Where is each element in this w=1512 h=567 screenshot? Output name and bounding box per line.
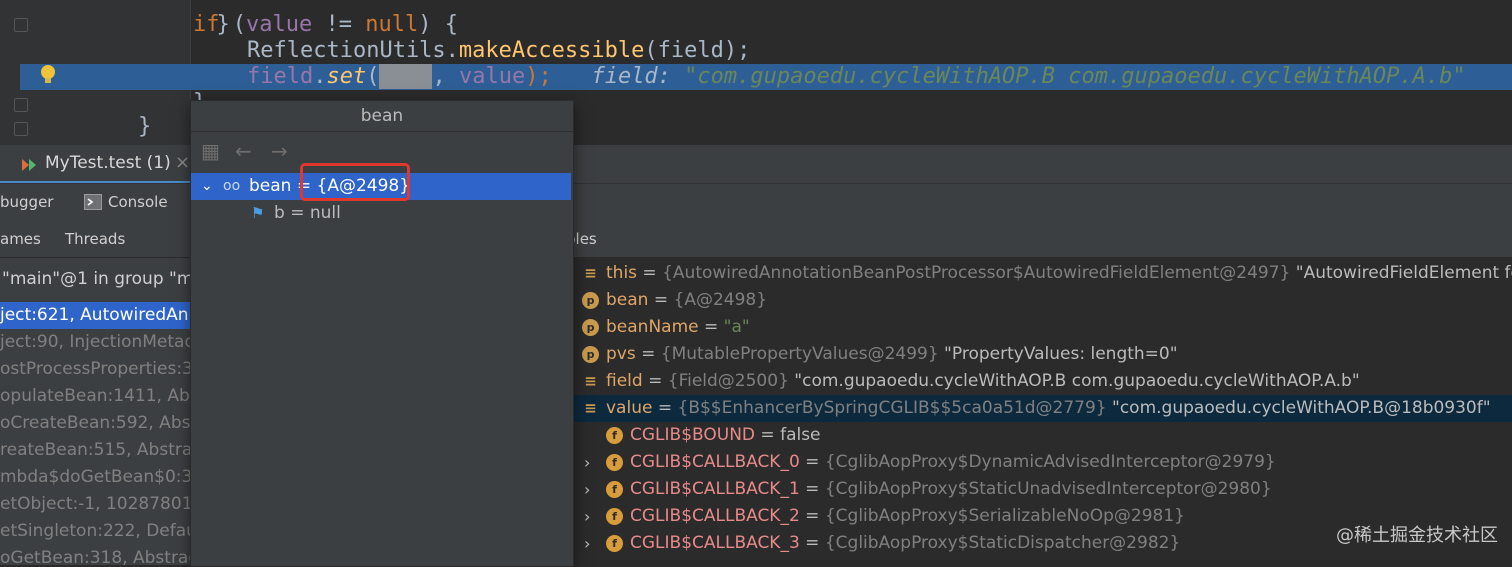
local-variable-icon: ≡ xyxy=(584,372,597,390)
variable-row[interactable]: ≡ this = {AutowiredAnnotationBeanPostProc… xyxy=(572,260,1512,287)
field-icon: f xyxy=(606,535,623,552)
frames-list: "main"@1 in group "ma ject:621, Autowire… xyxy=(0,258,190,565)
frame-item[interactable]: ject:621, AutowiredAnn xyxy=(0,302,190,329)
field-icon: f xyxy=(606,454,623,471)
watch-glasses-icon: oo xyxy=(223,178,241,194)
frame-item[interactable]: oGetBean:318, Abstrac xyxy=(0,545,190,565)
frame-item[interactable]: ject:90, InjectionMetad xyxy=(0,329,190,356)
tab-frames[interactable]: ames xyxy=(0,230,41,248)
code-line: } xyxy=(138,114,152,139)
variable-row[interactable]: p beanName = "a" xyxy=(572,314,1512,341)
inline-debug-value: field: xyxy=(591,64,685,89)
variable-row[interactable]: p bean = {A@2498} xyxy=(572,287,1512,314)
variable-text: CGLIB$CALLBACK_1 = {CglibAopProxy$Static… xyxy=(630,479,1272,499)
local-variable-icon: ≡ xyxy=(584,264,597,282)
parameter-icon: p xyxy=(582,319,599,336)
variable-text: CGLIB$CALLBACK_3 = {CglibAopProxy$Static… xyxy=(630,533,1181,553)
code-line: } xyxy=(216,12,230,37)
chevron-right-icon[interactable]: › xyxy=(584,449,590,476)
navigate-icon[interactable]: ▦ xyxy=(201,139,220,163)
highlighted-token: bean xyxy=(379,64,433,89)
tree-item-b[interactable]: ⚑ b = null xyxy=(191,200,571,227)
parameter-icon: p xyxy=(582,292,599,309)
variable-row[interactable]: p pvs = {MutablePropertyValues@2499} "Pro… xyxy=(572,341,1512,368)
run-config-icon xyxy=(20,156,38,174)
highlight-annotation-box xyxy=(300,163,410,201)
tab-debugger[interactable]: bugger xyxy=(0,193,53,211)
variable-text: CGLIB$CALLBACK_0 = {CglibAopProxy$Dynami… xyxy=(630,452,1276,472)
frame-item[interactable]: oCreateBean:592, Abstr xyxy=(0,410,190,437)
frame-item[interactable]: etObject:-1, 10287801 xyxy=(0,491,190,518)
chevron-right-icon[interactable]: › xyxy=(584,503,590,530)
back-arrow-icon[interactable]: ← xyxy=(235,139,252,163)
popup-title: bean xyxy=(191,101,573,132)
tab-console[interactable]: Console xyxy=(108,193,168,211)
frame-item[interactable]: opulateBean:1411, Abst xyxy=(0,383,190,410)
thread-selector[interactable]: "main"@1 in group "ma xyxy=(0,266,190,293)
intention-bulb-icon[interactable] xyxy=(38,63,58,87)
field-icon: f xyxy=(606,427,623,444)
watermark: @稀土掘金技术社区 xyxy=(1336,525,1498,546)
variable-text: bean = {A@2498} xyxy=(606,290,768,310)
fold-marker-icon[interactable] xyxy=(14,18,28,32)
frame-item[interactable]: mbda$doGetBean$0:3 xyxy=(0,464,190,491)
chevron-right-icon[interactable]: › xyxy=(584,476,590,503)
debug-tab-strip: MyTest.test (1) × xyxy=(0,145,190,183)
chevron-down-icon[interactable]: ⌄ xyxy=(201,173,213,200)
variable-row[interactable]: ≡ field = {Field@2500} "com.gupaoedu.cycl… xyxy=(572,368,1512,395)
frame-item[interactable]: reateBean:515, Abstrac xyxy=(0,437,190,464)
variable-row[interactable]: ≡ value = {B$$EnhancerBySpringCGLIB$$5ca0… xyxy=(572,395,1512,422)
variable-row[interactable]: › f CGLIB$CALLBACK_1 = {CglibAopProxy$Stat… xyxy=(572,476,1512,503)
variable-text: value = {B$$EnhancerBySpringCGLIB$$5ca0a… xyxy=(606,398,1491,418)
field-icon: f xyxy=(606,481,623,498)
variables-tree: ≡ this = {AutowiredAnnotationBeanPostProc… xyxy=(572,258,1512,565)
debug-session-tab[interactable]: MyTest.test (1) xyxy=(45,153,171,173)
variable-text: pvs = {MutablePropertyValues@2499} "Prop… xyxy=(606,344,1178,364)
fold-marker-icon[interactable] xyxy=(14,98,28,112)
variable-row[interactable]: f CGLIB$BOUND = false xyxy=(572,422,1512,449)
chevron-right-icon[interactable]: › xyxy=(584,530,590,557)
code-line-if: if (value != null) { xyxy=(193,12,458,37)
popup-tree: ⌄ oo bean = {A@2498} ⚑ b = null xyxy=(191,171,573,566)
frame-item[interactable]: etSingleton:222, Defau xyxy=(0,518,190,545)
variable-text: CGLIB$BOUND = false xyxy=(630,425,821,445)
forward-arrow-icon[interactable]: → xyxy=(271,139,288,163)
fold-marker-icon[interactable] xyxy=(14,122,28,136)
close-icon[interactable]: × xyxy=(175,152,190,173)
variable-text: this = {AutowiredAnnotationBeanPostProce… xyxy=(606,263,1512,283)
variable-text: beanName = "a" xyxy=(606,317,750,337)
field-flag-icon: ⚑ xyxy=(251,204,265,222)
variable-text: CGLIB$CALLBACK_2 = {CglibAopProxy$Serial… xyxy=(630,506,1185,526)
tab-threads[interactable]: Threads xyxy=(65,230,125,248)
console-icon xyxy=(84,194,102,210)
code-line-set: field.set(bean, value); field: "com.gupa… xyxy=(247,64,1466,89)
variable-row[interactable]: › f CGLIB$CALLBACK_0 = {CglibAopProxy$Dyna… xyxy=(572,449,1512,476)
local-variable-icon: ≡ xyxy=(584,399,597,417)
parameter-icon: p xyxy=(582,346,599,363)
code-line-reflect: ReflectionUtils.makeAccessible(field); xyxy=(247,38,751,63)
field-icon: f xyxy=(606,508,623,525)
variable-text: field = {Field@2500} "com.gupaoedu.cycle… xyxy=(606,371,1360,391)
frame-item[interactable]: ostProcessProperties:3 xyxy=(0,356,190,383)
